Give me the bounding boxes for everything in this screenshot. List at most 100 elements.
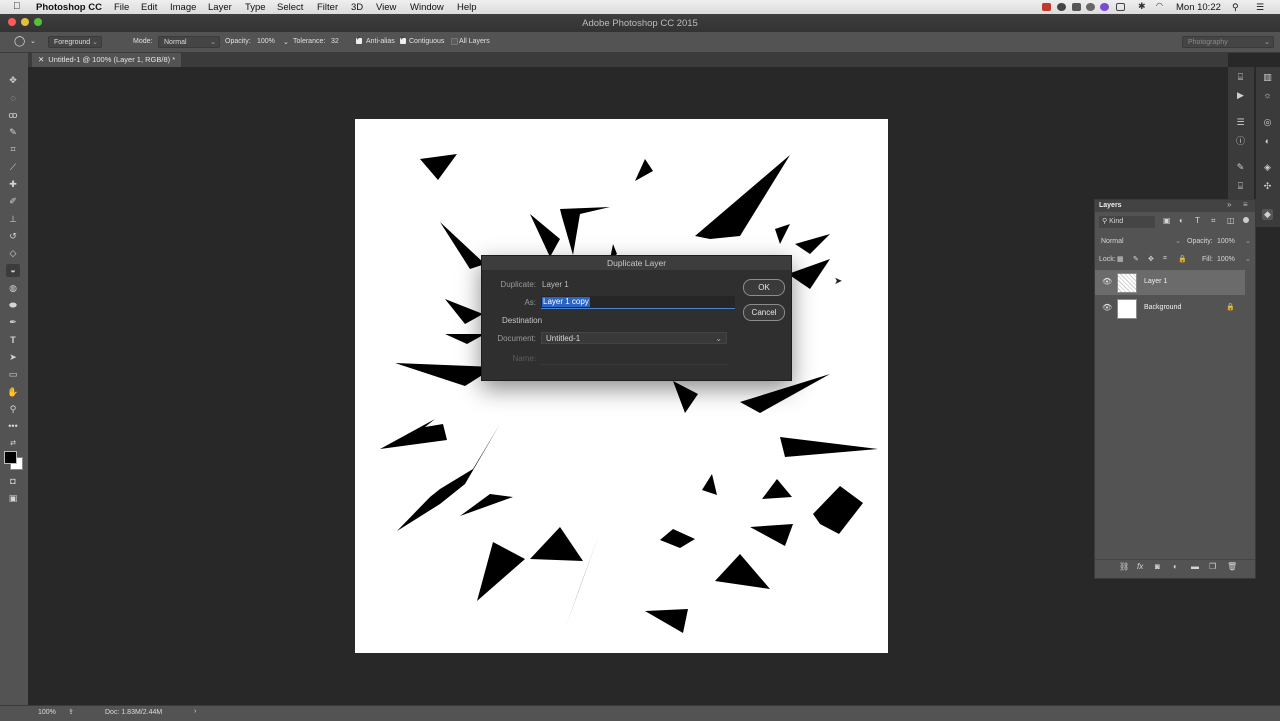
foreground-color-swatch[interactable]	[4, 451, 17, 464]
history-panel-icon[interactable]: ⌸	[1235, 72, 1246, 83]
all-layers-checkbox[interactable]	[451, 38, 458, 45]
crop-tool-icon[interactable]: ⌗	[6, 143, 20, 156]
properties-panel-icon[interactable]: ☰	[1235, 117, 1246, 128]
path-selection-tool-icon[interactable]: ➤	[6, 351, 20, 364]
layer-name[interactable]: Background	[1144, 304, 1181, 311]
quick-mask-icon[interactable]: ◘	[6, 475, 20, 488]
tool-preset-chevron-icon[interactable]: ⌄	[30, 37, 36, 45]
menubar-clock[interactable]: Mon 10:22	[1176, 2, 1221, 13]
layer-name[interactable]: Layer 1	[1144, 278, 1167, 285]
more-tools-icon[interactable]: •••	[6, 420, 20, 433]
actions-panel-icon[interactable]: ▶	[1235, 90, 1246, 101]
document-tab[interactable]: ✕ Untitled-1 @ 100% (Layer 1, RGB/8) *	[32, 53, 182, 67]
clone-stamp-tool-icon[interactable]: ⊥	[6, 213, 20, 226]
tolerance-input[interactable]: 32	[331, 38, 339, 45]
menu-type[interactable]: Type	[245, 2, 266, 13]
menu-image[interactable]: Image	[170, 2, 196, 13]
delete-layer-icon[interactable]: 🗑	[1227, 562, 1237, 571]
hand-tool-icon[interactable]: ✋	[6, 386, 20, 399]
opacity-chevron-icon[interactable]: ⌄	[283, 38, 289, 46]
link-layers-icon[interactable]: ⛓	[1119, 562, 1129, 571]
app-menu[interactable]: Photoshop CC	[36, 2, 102, 13]
collapse-panel-icon[interactable]: »	[1227, 200, 1231, 209]
filter-kind-dropdown[interactable]: ⚲ Kind	[1099, 216, 1155, 228]
filter-adjustment-icon[interactable]: ◐	[1179, 216, 1184, 225]
paint-bucket-icon[interactable]: ◯	[14, 36, 25, 47]
fill-value[interactable]: 100%	[1217, 256, 1235, 263]
lock-all-icon[interactable]: 🔒	[1178, 255, 1187, 263]
lock-transparent-icon[interactable]: ▦	[1117, 255, 1124, 263]
display-icon[interactable]	[1116, 3, 1125, 11]
lock-pixels-icon[interactable]: ✎	[1133, 255, 1139, 263]
creative-cloud-icon[interactable]	[1086, 3, 1095, 11]
add-mask-icon[interactable]: ◙	[1155, 562, 1160, 571]
visibility-eye-icon[interactable]: 👁	[1102, 303, 1112, 312]
filter-pixel-icon[interactable]: ▣	[1163, 216, 1171, 225]
ok-button[interactable]: OK	[743, 279, 785, 296]
menu-edit[interactable]: Edit	[141, 2, 157, 13]
menu-select[interactable]: Select	[277, 2, 303, 13]
adjustments-panel-icon[interactable]: ⌸	[1235, 181, 1246, 192]
layers-panel-icon[interactable]: ◆	[1262, 209, 1273, 220]
type-tool-icon[interactable]: T	[6, 334, 20, 347]
paths-panel-icon[interactable]: ✣	[1262, 181, 1273, 192]
history-brush-tool-icon[interactable]: ↺	[6, 230, 20, 243]
opacity-chevron-icon[interactable]: ⌄	[1245, 237, 1251, 245]
cancel-button[interactable]: Cancel	[743, 304, 785, 321]
rectangle-tool-icon[interactable]: ▭	[6, 368, 20, 381]
status-app-icon[interactable]	[1042, 3, 1051, 11]
wifi-icon[interactable]: ◠	[1156, 1, 1165, 10]
status-menu-chevron-icon[interactable]: ›	[194, 708, 196, 715]
new-group-icon[interactable]: ▬	[1191, 562, 1199, 571]
mode-dropdown[interactable]: Normal ⌄	[158, 36, 220, 48]
styles-panel-icon[interactable]: ◎	[1262, 117, 1273, 128]
new-layer-icon[interactable]: ❐	[1209, 562, 1216, 571]
channels-panel-icon[interactable]: ◈	[1262, 162, 1273, 173]
new-adjustment-icon[interactable]: ◐	[1173, 562, 1178, 571]
menu-filter[interactable]: Filter	[317, 2, 338, 13]
zoom-tool-icon[interactable]: ⚲	[6, 403, 20, 416]
fill-source-dropdown[interactable]: Foreground ⌄	[48, 36, 102, 48]
paint-bucket-tool-icon[interactable]: ◒	[6, 264, 20, 277]
marquee-tool-icon[interactable]: ◌	[6, 92, 20, 105]
filter-toggle-icon[interactable]	[1243, 217, 1249, 223]
move-tool-icon[interactable]: ✥	[6, 74, 20, 87]
dodge-tool-icon[interactable]: ⬬	[6, 299, 20, 312]
swatches-panel-icon[interactable]: ☼	[1262, 90, 1273, 101]
color-panel-icon[interactable]: ▥	[1262, 72, 1273, 83]
spotlight-icon[interactable]: ⚲	[1232, 2, 1239, 13]
screen-mode-icon[interactable]: ▣	[6, 492, 20, 505]
close-tab-icon[interactable]: ✕	[38, 55, 44, 64]
visibility-eye-icon[interactable]: 👁	[1102, 277, 1112, 286]
workspace-dropdown[interactable]: Photography ⌄	[1182, 36, 1274, 48]
opacity-value[interactable]: 100%	[257, 38, 275, 45]
menu-layer[interactable]: Layer	[208, 2, 232, 13]
lasso-tool-icon[interactable]: ꝏ	[6, 109, 20, 122]
brush-tool-icon[interactable]: ✐	[6, 195, 20, 208]
filter-smart-object-icon[interactable]: ◫	[1227, 216, 1235, 225]
document-dropdown[interactable]: Untitled-1 ⌄	[541, 332, 727, 344]
filter-type-icon[interactable]: T	[1195, 216, 1200, 225]
panel-menu-icon[interactable]: ≡	[1243, 200, 1248, 209]
menu-file[interactable]: File	[114, 2, 129, 13]
anti-alias-checkbox[interactable]	[356, 35, 362, 44]
blur-tool-icon[interactable]: ◍	[6, 282, 20, 295]
layer-style-icon[interactable]: fx	[1137, 562, 1143, 571]
notification-center-icon[interactable]: ☰	[1256, 2, 1264, 13]
lock-artboard-icon[interactable]: ⌗	[1163, 255, 1167, 263]
lock-position-icon[interactable]: ✥	[1148, 255, 1154, 263]
blend-mode-dropdown[interactable]: Normal ⌄	[1099, 236, 1183, 248]
document-canvas[interactable]	[355, 119, 888, 653]
zoom-level[interactable]: 100%	[38, 709, 56, 716]
apple-icon[interactable]: 	[13, 1, 21, 12]
brush-panel-icon[interactable]: ✎	[1235, 162, 1246, 173]
eraser-tool-icon[interactable]: ◇	[6, 247, 20, 260]
contiguous-checkbox[interactable]	[400, 35, 406, 44]
pen-tool-icon[interactable]: ✒	[6, 316, 20, 329]
swap-colors-icon[interactable]: ⇄	[6, 437, 20, 450]
menu-3d[interactable]: 3D	[351, 2, 363, 13]
menu-help[interactable]: Help	[457, 2, 477, 13]
as-name-input[interactable]: Layer 1 copy	[541, 296, 735, 309]
cloud-sync-icon[interactable]	[1100, 3, 1109, 11]
layer-opacity-value[interactable]: 100%	[1217, 238, 1235, 245]
